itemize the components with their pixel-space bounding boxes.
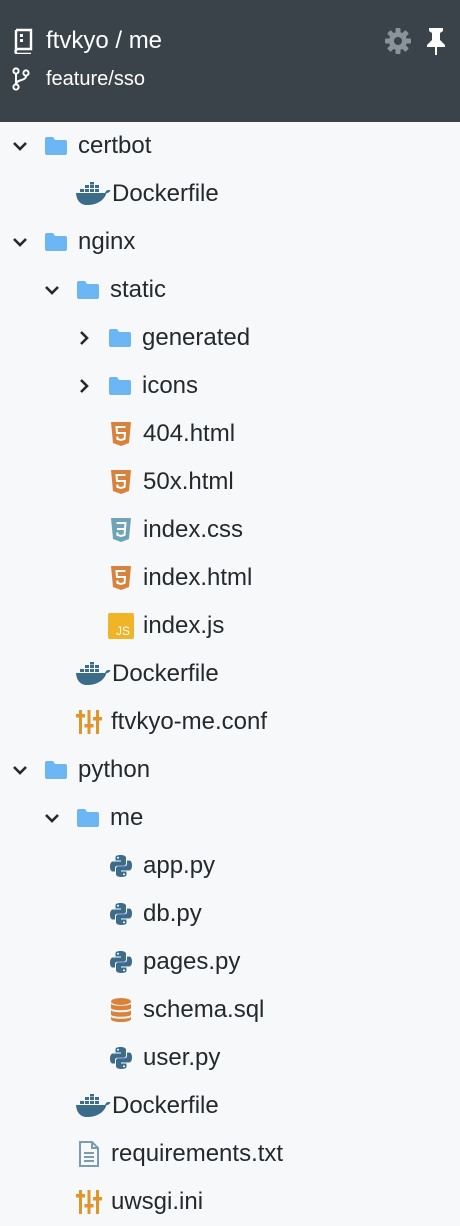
tree-folder-row[interactable]: certbot <box>0 122 460 170</box>
css3-icon <box>108 518 134 542</box>
tree-folder-row[interactable]: nginx <box>0 218 460 266</box>
repo-title[interactable]: ftvkyo / me <box>46 27 162 55</box>
tree-item-label: Dockerfile <box>112 660 219 687</box>
repo-header: ftvkyo / me feature/sso <box>0 0 460 122</box>
folder-icon <box>43 230 69 254</box>
branch-row[interactable]: feature/sso <box>12 64 145 94</box>
docker-icon <box>74 1094 112 1118</box>
tree-file-row[interactable]: Dockerfile <box>0 650 460 698</box>
folder-icon <box>107 374 133 398</box>
tree-item-label: generated <box>142 324 251 351</box>
tree-folder-row[interactable]: python <box>0 746 460 794</box>
chevron-right-icon[interactable] <box>75 377 93 395</box>
tree-item-label: Dockerfile <box>112 180 219 207</box>
tree-item-label: icons <box>142 372 199 399</box>
folder-icon <box>43 134 69 158</box>
tree-item-label: 404.html <box>143 420 236 447</box>
folder-icon <box>107 326 133 350</box>
tree-file-row[interactable]: 404.html <box>0 410 460 458</box>
tree-item-label: requirements.txt <box>111 1140 284 1167</box>
tree-item-label: user.py <box>143 1044 221 1071</box>
tree-item-label: pages.py <box>143 948 241 975</box>
tree-file-row[interactable]: 50x.html <box>0 458 460 506</box>
tree-item-label: db.py <box>143 900 202 927</box>
tree-item-label: schema.sql <box>143 996 265 1023</box>
tree-item-label: index.css <box>143 516 244 543</box>
tree-file-row[interactable]: schema.sql <box>0 986 460 1034</box>
tree-item-label: Dockerfile <box>112 1092 219 1119</box>
database-icon <box>108 998 134 1022</box>
chevron-down-icon[interactable] <box>11 137 29 155</box>
tree-item-label: index.js <box>143 612 225 639</box>
chevron-down-icon[interactable] <box>11 233 29 251</box>
docker-icon <box>74 182 112 206</box>
python-icon <box>108 950 134 974</box>
repo-row[interactable]: ftvkyo / me <box>12 24 162 58</box>
tree-folder-row[interactable]: icons <box>0 362 460 410</box>
tree-folder-row[interactable]: generated <box>0 314 460 362</box>
docker-icon <box>74 662 112 686</box>
file-tree: certbot Dockerfile nginx static generated ico… <box>0 122 460 1226</box>
tree-file-row[interactable]: Dockerfile <box>0 170 460 218</box>
folder-icon <box>75 806 101 830</box>
chevron-down-icon[interactable] <box>43 281 61 299</box>
tree-item-label: python <box>78 756 151 783</box>
tree-file-row[interactable]: ftvkyo-me.conf <box>0 698 460 746</box>
chevron-right-icon[interactable] <box>75 329 93 347</box>
python-icon <box>108 1046 134 1070</box>
tree-file-row[interactable]: JS index.js <box>0 602 460 650</box>
tree-item-label: app.py <box>143 852 216 879</box>
text-file-icon <box>76 1141 102 1167</box>
tree-item-label: ftvkyo-me.conf <box>111 708 268 735</box>
settings-sliders-icon <box>76 1190 102 1214</box>
tree-item-label: static <box>110 276 167 303</box>
svg-text:JS: JS <box>116 624 130 638</box>
javascript-icon: JS <box>108 613 134 639</box>
folder-icon <box>75 278 101 302</box>
tree-item-label: index.html <box>143 564 253 591</box>
python-icon <box>108 902 134 926</box>
tree-item-label: uwsgi.ini <box>111 1188 204 1215</box>
tree-file-row[interactable]: pages.py <box>0 938 460 986</box>
folder-icon <box>43 758 69 782</box>
tree-item-label: me <box>110 804 144 831</box>
tree-item-label: certbot <box>78 132 152 159</box>
python-icon <box>108 854 134 878</box>
repo-book-icon <box>12 28 34 54</box>
tree-file-row[interactable]: requirements.txt <box>0 1130 460 1178</box>
settings-sliders-icon <box>76 710 102 734</box>
tree-folder-row[interactable]: me <box>0 794 460 842</box>
tree-file-row[interactable]: uwsgi.ini <box>0 1178 460 1226</box>
tree-item-label: 50x.html <box>143 468 234 495</box>
chevron-down-icon[interactable] <box>43 809 61 827</box>
pin-icon[interactable] <box>424 26 448 56</box>
html5-icon <box>108 422 134 446</box>
tree-file-row[interactable]: app.py <box>0 842 460 890</box>
html5-icon <box>108 566 134 590</box>
chevron-down-icon[interactable] <box>11 761 29 779</box>
branch-name[interactable]: feature/sso <box>46 68 145 91</box>
tree-file-row[interactable]: index.css <box>0 506 460 554</box>
tree-file-row[interactable]: user.py <box>0 1034 460 1082</box>
git-branch-icon <box>12 67 30 91</box>
tree-file-row[interactable]: db.py <box>0 890 460 938</box>
tree-file-row[interactable]: Dockerfile <box>0 1082 460 1130</box>
html5-icon <box>108 470 134 494</box>
tree-file-row[interactable]: index.html <box>0 554 460 602</box>
tree-item-label: nginx <box>78 228 136 255</box>
gear-icon[interactable] <box>384 27 412 55</box>
tree-folder-row[interactable]: static <box>0 266 460 314</box>
